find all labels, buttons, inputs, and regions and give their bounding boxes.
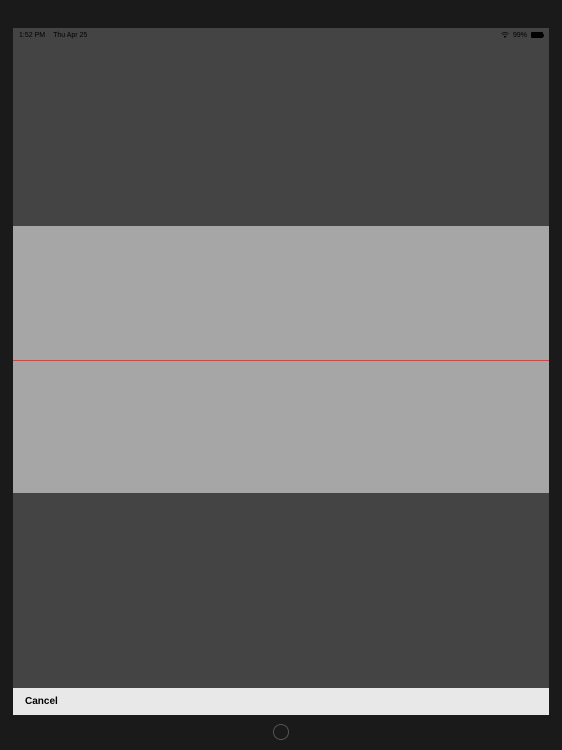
battery-icon [531,32,543,38]
barcode-scan-area[interactable] [13,226,549,493]
status-left: 1:52 PM Thu Apr 25 [19,32,87,39]
scan-line [13,360,549,361]
home-indicator[interactable] [273,724,289,740]
cancel-button[interactable]: Cancel [25,696,58,707]
wifi-icon [501,32,509,38]
battery-percent: 99% [513,32,527,39]
status-date: Thu Apr 25 [53,32,87,39]
app-frame: 1:52 PM Thu Apr 25 99% Cancel [13,28,549,715]
bottom-toolbar: Cancel [13,688,549,715]
status-right: 99% [501,32,543,39]
battery-fill [532,33,542,37]
status-time: 1:52 PM [19,32,45,39]
status-bar: 1:52 PM Thu Apr 25 99% [13,28,549,42]
